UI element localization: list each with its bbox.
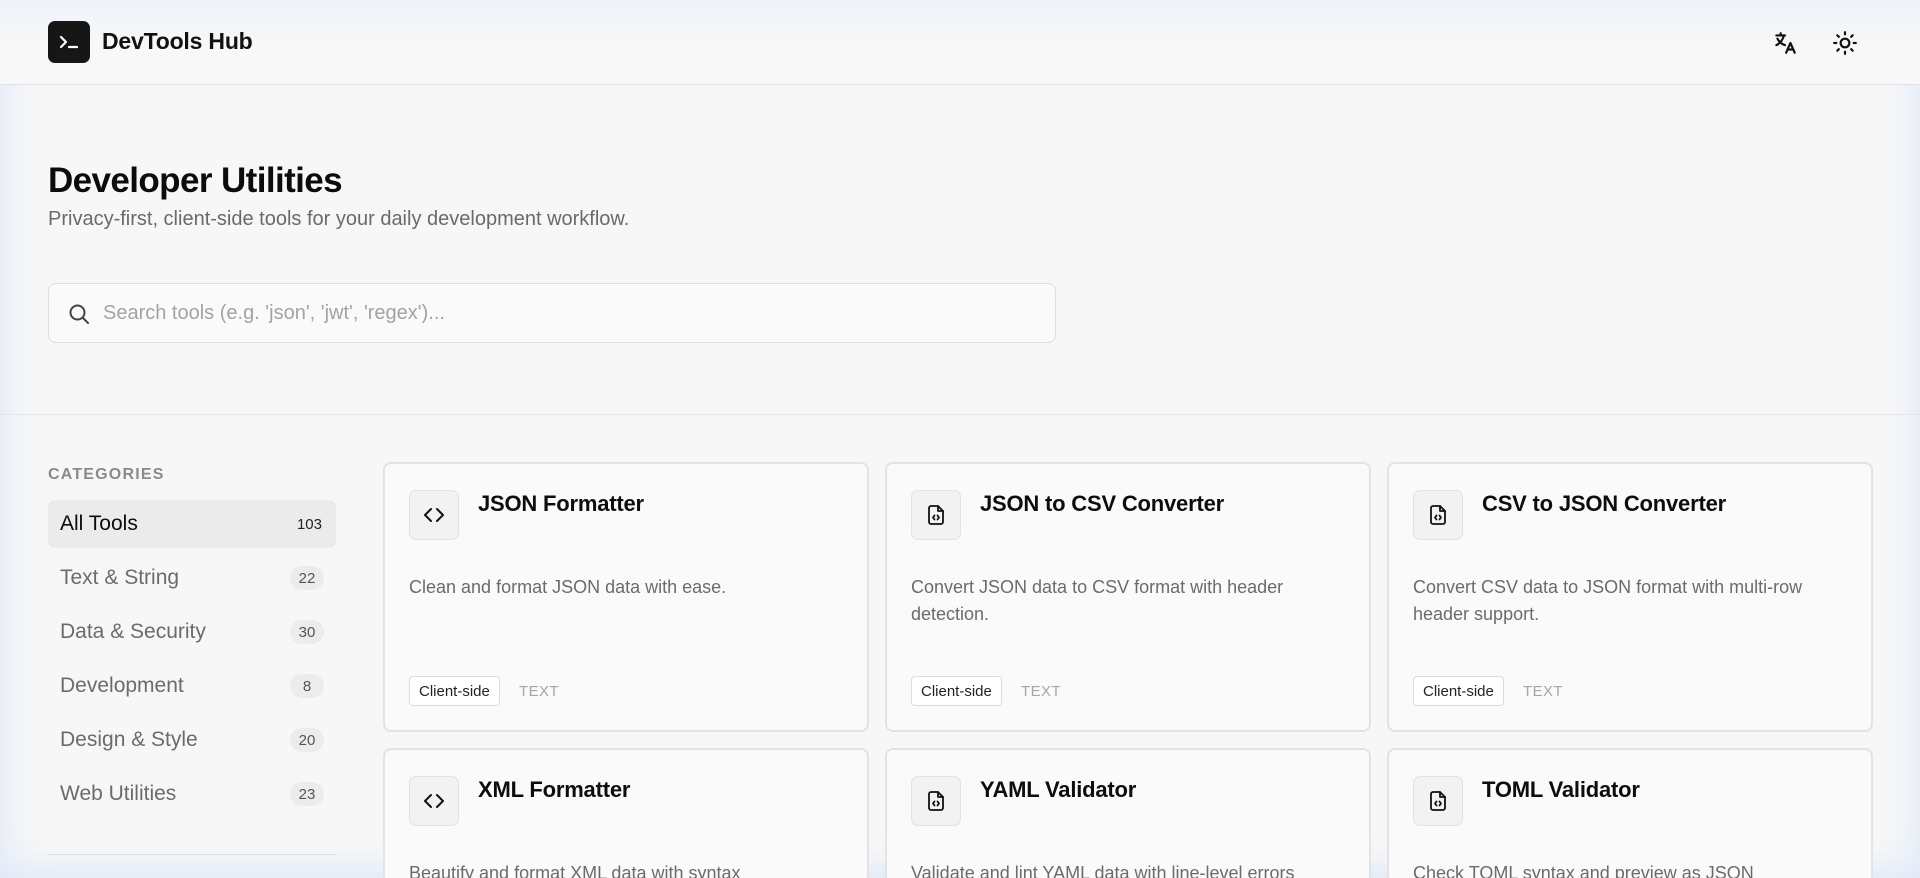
client-side-badge: Client-side xyxy=(911,676,1002,706)
tool-card-toml-validator[interactable]: TOML Validator Check TOML syntax and pre… xyxy=(1387,748,1873,878)
category-design-style[interactable]: Design & Style 20 xyxy=(48,716,336,764)
hero-section: Developer Utilities Privacy-first, clien… xyxy=(0,86,1920,415)
terminal-icon[interactable] xyxy=(48,21,90,63)
page-subtitle: Privacy-first, client-side tools for you… xyxy=(48,208,630,230)
category-web-utilities[interactable]: Web Utilities 23 xyxy=(48,770,336,818)
file-code-icon xyxy=(911,490,961,540)
category-text-string[interactable]: Text & String 22 xyxy=(48,554,336,602)
category-count: 30 xyxy=(290,620,324,644)
client-side-badge: Client-side xyxy=(1413,676,1504,706)
search-box[interactable] xyxy=(48,283,1056,343)
tool-description: Validate and lint YAML data with line-le… xyxy=(911,863,1295,878)
categories-heading: CATEGORIES xyxy=(48,466,165,483)
category-count: 103 xyxy=(296,515,322,533)
tool-type: TEXT xyxy=(1523,683,1563,700)
sun-icon[interactable] xyxy=(1830,28,1860,58)
tool-card-yaml-validator[interactable]: YAML Validator Validate and lint YAML da… xyxy=(885,748,1371,878)
client-side-badge: Client-side xyxy=(409,676,500,706)
translate-icon[interactable] xyxy=(1770,28,1800,58)
category-label: Text & String xyxy=(60,566,180,589)
category-count: 23 xyxy=(290,782,324,806)
tool-card-csv-to-json[interactable]: CSV to JSON Converter Convert CSV data t… xyxy=(1387,462,1873,732)
tool-description: Convert JSON data to CSV format with hea… xyxy=(911,577,1284,624)
tool-title: JSON to CSV Converter xyxy=(980,491,1224,516)
top-bar: DevTools Hub xyxy=(0,0,1920,85)
tool-card-xml-formatter[interactable]: XML Formatter Beautify and format XML da… xyxy=(383,748,869,878)
tool-description: Clean and format JSON data with ease. xyxy=(409,577,727,597)
sidebar-divider xyxy=(48,854,336,855)
tool-description: Beautify and format XML data with syntax xyxy=(409,863,741,878)
category-label: Data & Security xyxy=(60,620,206,643)
page-title: Developer Utilities xyxy=(48,161,343,200)
file-code-icon xyxy=(1413,776,1463,826)
file-code-icon xyxy=(911,776,961,826)
category-all-tools[interactable]: All Tools 103 xyxy=(48,500,336,548)
tool-card-json-formatter[interactable]: JSON Formatter Clean and format JSON dat… xyxy=(383,462,869,732)
category-development[interactable]: Development 8 xyxy=(48,662,336,710)
category-count: 20 xyxy=(290,728,324,752)
category-label: Development xyxy=(60,674,184,697)
tool-description: Convert CSV data to JSON format with mul… xyxy=(1413,577,1803,624)
tool-description: Check TOML syntax and preview as JSON xyxy=(1413,863,1754,878)
search-icon xyxy=(67,302,91,326)
category-list: All Tools 103 Text & String 22 Data & Se… xyxy=(48,500,336,824)
tool-card-json-to-csv[interactable]: JSON to CSV Converter Convert JSON data … xyxy=(885,462,1371,732)
category-count: 8 xyxy=(290,674,324,698)
category-label: Design & Style xyxy=(60,728,198,751)
category-count: 22 xyxy=(290,566,324,590)
tool-title: YAML Validator xyxy=(980,777,1137,802)
category-label: All Tools xyxy=(60,512,138,535)
search-input[interactable] xyxy=(103,284,1033,342)
tool-title: JSON Formatter xyxy=(478,491,644,516)
file-code-icon xyxy=(1413,490,1463,540)
tool-type: TEXT xyxy=(519,683,559,700)
tool-title: XML Formatter xyxy=(478,777,631,802)
category-data-security[interactable]: Data & Security 30 xyxy=(48,608,336,656)
tool-type: TEXT xyxy=(1021,683,1061,700)
tool-title: CSV to JSON Converter xyxy=(1482,491,1726,516)
category-label: Web Utilities xyxy=(60,782,177,805)
tool-title: TOML Validator xyxy=(1482,777,1640,802)
code-icon xyxy=(409,490,459,540)
code-icon xyxy=(409,776,459,826)
brand-name[interactable]: DevTools Hub xyxy=(102,28,253,55)
